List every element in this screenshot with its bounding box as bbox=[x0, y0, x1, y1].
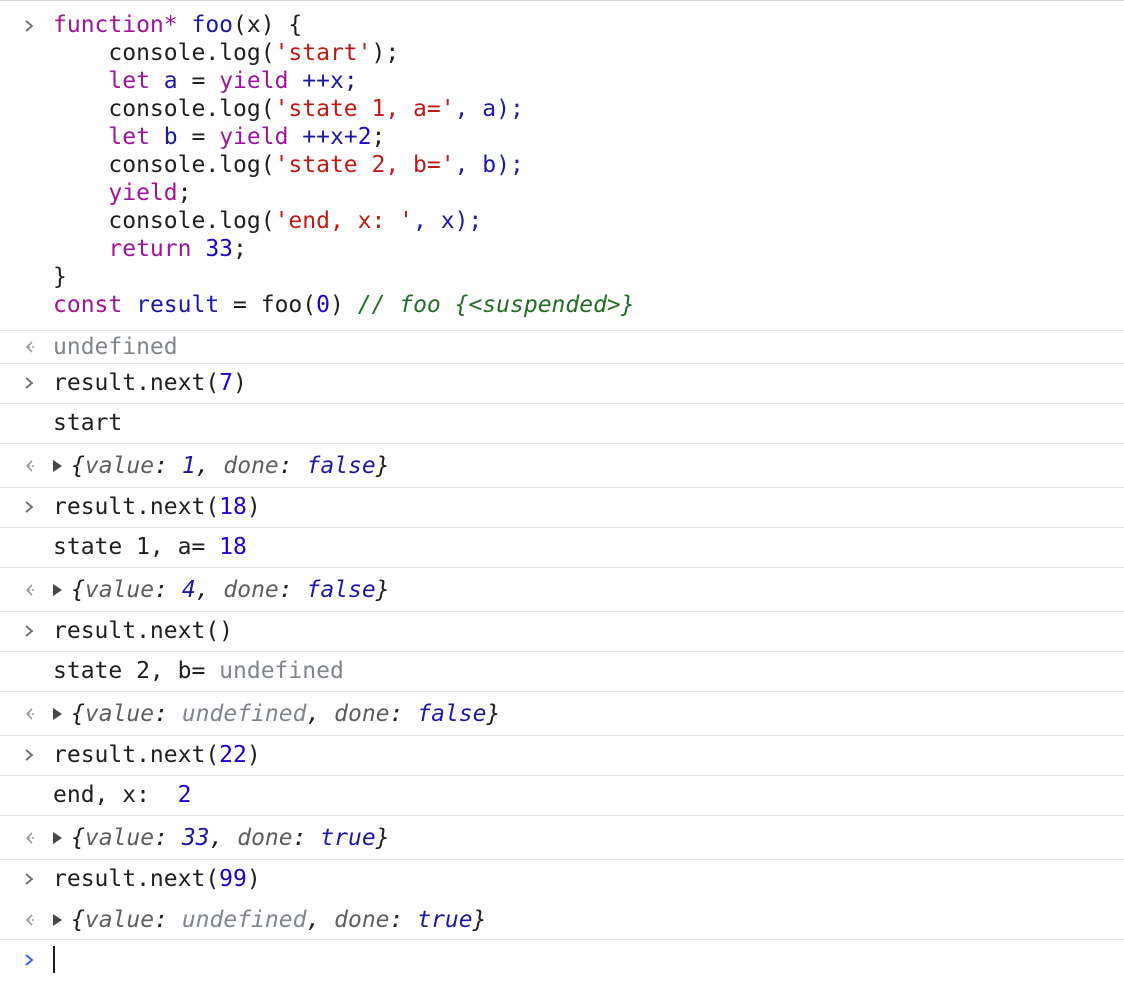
chevron-right-icon bbox=[25, 749, 34, 761]
expand-triangle-icon[interactable] bbox=[53, 460, 62, 472]
chevron-right-icon bbox=[25, 625, 34, 637]
chevron-right-icon bbox=[25, 501, 34, 513]
code-line: let a = yield ++x; bbox=[53, 68, 358, 94]
console-log-entry: state 1, a= 18 bbox=[0, 528, 1124, 568]
code-line: const result = foo(0) // foo {<suspended… bbox=[53, 292, 635, 318]
console-result-entry: {value: 4, done: false} bbox=[0, 568, 1124, 612]
code-line: console.log('state 1, a=', a); bbox=[53, 96, 524, 122]
code-line: let b = yield ++x+2; bbox=[53, 124, 386, 150]
object-preview[interactable]: {value: 4, done: false} bbox=[53, 576, 390, 604]
expand-triangle-icon[interactable] bbox=[53, 584, 62, 596]
text-cursor bbox=[53, 946, 55, 973]
input-text: result.next(99) bbox=[53, 866, 261, 892]
return-arrow-icon bbox=[25, 584, 35, 596]
expand-triangle-icon[interactable] bbox=[53, 914, 62, 926]
console-input-entry: function* foo(x) { console.log('start');… bbox=[0, 1, 1124, 331]
object-preview[interactable]: {value: 33, done: true} bbox=[53, 824, 390, 852]
console-result-entry: {value: 33, done: true} bbox=[0, 816, 1124, 860]
code-line: function* foo(x) { bbox=[53, 12, 303, 38]
console-result-entry: {value: undefined, done: false} bbox=[0, 692, 1124, 736]
input-text: result.next(7) bbox=[53, 370, 247, 396]
input-text: result.next() bbox=[53, 618, 234, 644]
log-text: state 2, b= undefined bbox=[53, 658, 344, 684]
console-result-entry: {value: undefined, done: true} bbox=[0, 900, 1124, 940]
log-text: state 1, a= 18 bbox=[53, 534, 247, 560]
code-line: console.log('start'); bbox=[53, 40, 400, 66]
console-input-entry: result.next(22) bbox=[0, 736, 1124, 776]
console-input-entry: result.next(18) bbox=[0, 488, 1124, 528]
console-result-entry: undefined bbox=[0, 331, 1124, 364]
code-line: return 33; bbox=[53, 236, 247, 262]
input-text: result.next(18) bbox=[53, 494, 261, 520]
code-line: yield; bbox=[53, 180, 192, 206]
object-preview[interactable]: {value: 1, done: false} bbox=[53, 452, 390, 480]
console-log-entry: start bbox=[0, 404, 1124, 444]
console-input-entry: result.next(7) bbox=[0, 364, 1124, 404]
chevron-right-icon bbox=[25, 873, 34, 885]
code-line: console.log('state 2, b=', b); bbox=[53, 152, 524, 178]
result-value: undefined bbox=[53, 334, 178, 360]
code-line: console.log('end, x: ', x); bbox=[53, 208, 483, 234]
code-line: } bbox=[53, 264, 67, 290]
devtools-console: function* foo(x) { console.log('start');… bbox=[0, 0, 1124, 988]
console-input-entry: result.next(99) bbox=[0, 860, 1124, 900]
log-text: start bbox=[53, 410, 123, 436]
return-arrow-icon bbox=[25, 341, 35, 353]
object-preview[interactable]: {value: undefined, done: true} bbox=[53, 906, 486, 934]
console-result-entry: {value: 1, done: false} bbox=[0, 444, 1124, 488]
return-arrow-icon bbox=[25, 460, 35, 472]
chevron-right-icon bbox=[25, 377, 34, 389]
expand-triangle-icon[interactable] bbox=[53, 832, 62, 844]
console-log-entry: state 2, b= undefined bbox=[0, 652, 1124, 692]
input-text: result.next(22) bbox=[53, 742, 261, 768]
object-preview[interactable]: {value: undefined, done: false} bbox=[53, 700, 500, 728]
chevron-right-icon bbox=[25, 20, 34, 32]
return-arrow-icon bbox=[25, 832, 35, 844]
prompt-chevron-icon bbox=[25, 954, 34, 966]
expand-triangle-icon[interactable] bbox=[53, 708, 62, 720]
return-arrow-icon bbox=[25, 914, 35, 926]
log-text: end, x: 2 bbox=[53, 782, 192, 808]
console-log-entry: end, x: 2 bbox=[0, 776, 1124, 816]
console-input-entry: result.next() bbox=[0, 612, 1124, 652]
return-arrow-icon bbox=[25, 708, 35, 720]
console-prompt[interactable] bbox=[0, 937, 1124, 989]
